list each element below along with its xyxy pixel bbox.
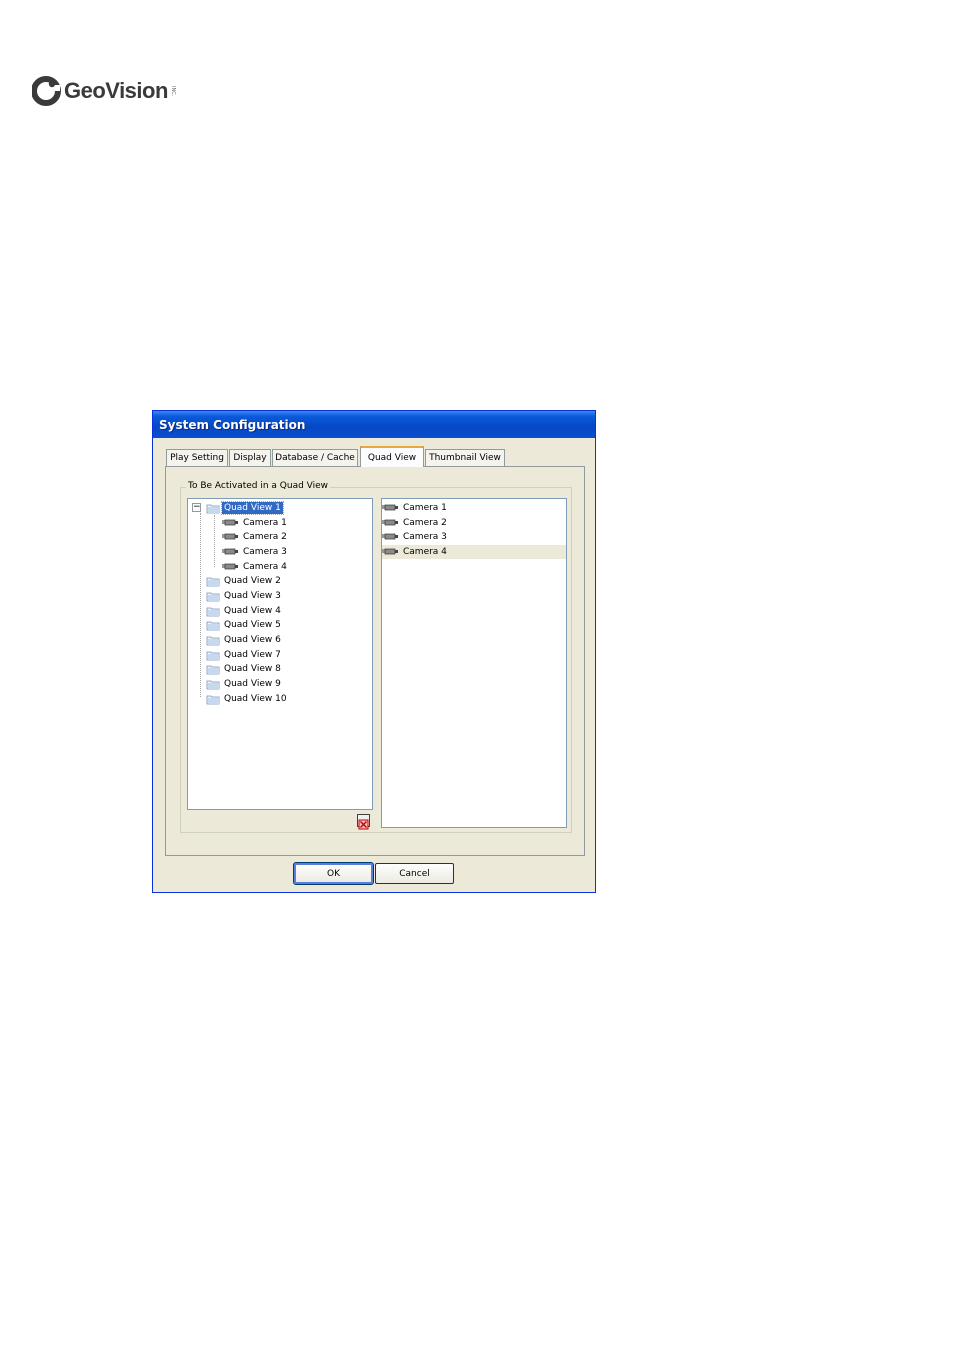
folder-icon bbox=[206, 664, 220, 675]
group-label: To Be Activated in a Quad View bbox=[186, 481, 331, 491]
tree-item-camera-2[interactable]: Camera 2 bbox=[222, 530, 289, 544]
tree-item-label: Quad View 9 bbox=[224, 679, 281, 689]
camera-icon bbox=[382, 547, 399, 557]
geovision-logo-mark-icon bbox=[31, 76, 62, 106]
camera-icon bbox=[222, 562, 239, 572]
camera-icon bbox=[222, 547, 239, 557]
list-item-label: Camera 4 bbox=[403, 547, 447, 557]
tree-item-camera-1[interactable]: Camera 1 bbox=[222, 516, 289, 530]
quad-view-group-box: To Be Activated in a Quad View − Quad Vi… bbox=[180, 481, 572, 833]
tree-item-quad-view-2[interactable]: Quad View 2 bbox=[206, 574, 283, 588]
tree-item-label: Quad View 4 bbox=[224, 606, 281, 616]
tree-connector-root bbox=[200, 513, 201, 697]
tree-item-label: Camera 3 bbox=[243, 547, 287, 557]
camera-icon bbox=[222, 532, 239, 542]
tree-item-quad-view-6[interactable]: Quad View 6 bbox=[206, 633, 283, 647]
folder-icon bbox=[206, 694, 220, 705]
tab-database-cache[interactable]: Database / Cache bbox=[272, 449, 358, 466]
tree-item-quad-view-9[interactable]: Quad View 9 bbox=[206, 677, 283, 691]
folder-icon bbox=[206, 503, 220, 514]
folder-icon bbox=[206, 635, 220, 646]
list-item-label: Camera 1 bbox=[403, 503, 447, 513]
tree-item-camera-3[interactable]: Camera 3 bbox=[222, 545, 289, 559]
tree-connector-children bbox=[214, 515, 215, 567]
tree-item-quad-view-10[interactable]: Quad View 10 bbox=[206, 692, 289, 706]
tab-display[interactable]: Display bbox=[229, 449, 271, 466]
collapse-toggle[interactable]: − bbox=[192, 503, 201, 512]
camera-icon bbox=[222, 518, 239, 528]
camera-icon bbox=[382, 532, 399, 542]
tree-item-quad-view-7[interactable]: Quad View 7 bbox=[206, 648, 283, 662]
tree-item-quad-view-4[interactable]: Quad View 4 bbox=[206, 604, 283, 618]
tree-item-label: Quad View 8 bbox=[224, 664, 281, 674]
system-configuration-dialog: System Configuration Play Setting Displa… bbox=[152, 410, 596, 893]
tree-item-label: Quad View 5 bbox=[224, 620, 281, 630]
title-bar[interactable]: System Configuration bbox=[153, 411, 595, 438]
list-item-label: Camera 2 bbox=[403, 518, 447, 528]
folder-icon bbox=[206, 576, 220, 587]
tree-item-label: Quad View 10 bbox=[224, 694, 287, 704]
cancel-button[interactable]: Cancel bbox=[375, 863, 454, 884]
tree-item-label: Camera 2 bbox=[243, 532, 287, 542]
camera-icon bbox=[382, 518, 399, 528]
ok-button[interactable]: OK bbox=[293, 862, 374, 885]
logo-wordmark: GeoVision bbox=[64, 78, 168, 103]
tree-item-label: Camera 1 bbox=[243, 518, 287, 528]
tree-item-quad-view-1[interactable]: Quad View 1 bbox=[206, 501, 284, 515]
tree-item-quad-view-3[interactable]: Quad View 3 bbox=[206, 589, 283, 603]
folder-icon bbox=[206, 620, 220, 631]
folder-icon bbox=[206, 606, 220, 617]
camera-list[interactable]: Camera 1 Camera 2 Camera 3 Camera 4 bbox=[381, 498, 567, 828]
geovision-logo: GeoVision INC. bbox=[31, 74, 176, 108]
folder-icon bbox=[206, 679, 220, 690]
logo-trademark: INC. bbox=[169, 85, 176, 97]
list-item-camera-1[interactable]: Camera 1 bbox=[382, 501, 566, 515]
tree-item-label: Quad View 2 bbox=[224, 576, 281, 586]
tree-item-label: Quad View 1 bbox=[221, 501, 284, 515]
list-item-label: Camera 3 bbox=[403, 532, 447, 542]
tab-play-setting[interactable]: Play Setting bbox=[166, 449, 228, 466]
list-item-camera-3[interactable]: Camera 3 bbox=[382, 530, 566, 544]
tree-item-quad-view-5[interactable]: Quad View 5 bbox=[206, 618, 283, 632]
tree-item-quad-view-8[interactable]: Quad View 8 bbox=[206, 662, 283, 676]
tree-item-label: Camera 4 bbox=[243, 562, 287, 572]
delete-icon bbox=[358, 819, 369, 830]
tab-quad-view[interactable]: Quad View bbox=[360, 446, 424, 467]
folder-icon bbox=[206, 591, 220, 602]
tree-item-label: Quad View 7 bbox=[224, 650, 281, 660]
dialog-title: System Configuration bbox=[159, 418, 306, 432]
quad-view-tab-page: To Be Activated in a Quad View − Quad Vi… bbox=[165, 466, 585, 856]
tree-item-camera-4[interactable]: Camera 4 bbox=[222, 560, 289, 574]
tree-item-label: Quad View 3 bbox=[224, 591, 281, 601]
camera-icon bbox=[382, 503, 399, 513]
list-item-camera-4[interactable]: Camera 4 bbox=[382, 545, 566, 559]
quad-view-tree[interactable]: − Quad View 1 Camera 1 Camera 2 Camera 3… bbox=[187, 498, 373, 810]
delete-button[interactable] bbox=[357, 814, 370, 830]
folder-icon bbox=[206, 650, 220, 661]
tree-item-label: Quad View 6 bbox=[224, 635, 281, 645]
tab-thumbnail-view[interactable]: Thumbnail View bbox=[425, 449, 505, 466]
list-item-camera-2[interactable]: Camera 2 bbox=[382, 516, 566, 530]
